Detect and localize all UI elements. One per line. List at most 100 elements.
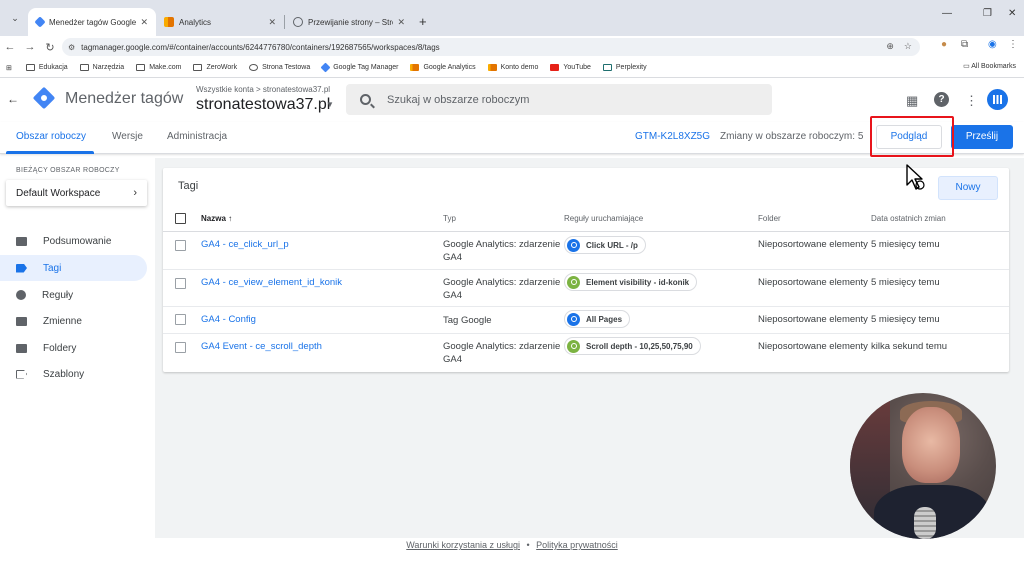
bookmark-narzedzia[interactable]: Narzędzia	[79, 64, 124, 71]
trigger-chip[interactable]: Click URL - /p	[564, 236, 646, 254]
zoom-icon[interactable]: ⊕	[886, 41, 894, 52]
tab-versions[interactable]: Wersje	[112, 131, 143, 142]
trigger-chip[interactable]: Scroll depth - 10,25,50,75,90	[564, 337, 701, 355]
minimize-icon[interactable]: —	[942, 8, 952, 19]
extension-icon[interactable]: ●	[941, 39, 947, 50]
tab-search-icon[interactable]: ⌄	[6, 9, 24, 27]
sidebar-item-summary[interactable]: Podsumowanie	[0, 228, 147, 254]
row-checkbox[interactable]	[175, 278, 186, 289]
new-tag-button[interactable]: Nowy	[938, 176, 998, 200]
bookmark-make[interactable]: Make.com	[136, 64, 181, 71]
close-tab-icon[interactable]: ✕	[140, 17, 148, 28]
bookmark-ga[interactable]: Google Analytics	[410, 64, 476, 71]
profile-icon[interactable]: ◉	[988, 39, 997, 50]
back-arrow-icon[interactable]: ←	[7, 92, 19, 106]
table-row: GA4 - Config Tag Google All Pages Niepos…	[163, 307, 1009, 334]
window-close-icon[interactable]: ✕	[1008, 8, 1016, 19]
last-edited: 5 miesięcy temu	[871, 277, 940, 288]
browser-tab-analytics[interactable]: Analytics ✕	[156, 8, 284, 36]
back-icon[interactable]: ←	[0, 41, 20, 53]
sidebar-item-triggers[interactable]: Reguły	[0, 282, 147, 308]
chevron-right-icon: ›	[133, 187, 137, 199]
new-tab-icon[interactable]: +	[419, 14, 427, 29]
bookmark-gtm[interactable]: Google Tag Manager	[320, 62, 398, 73]
container-name[interactable]: stronatestowa37.pl	[196, 96, 330, 114]
bookmark-youtube[interactable]: YouTube	[550, 64, 591, 71]
visibility-icon	[567, 275, 580, 289]
select-all-checkbox[interactable]	[175, 213, 186, 224]
sidebar-item-folders[interactable]: Foldery	[0, 335, 147, 361]
sidebar-item-variables[interactable]: Zmienne	[0, 308, 147, 334]
bookmarks-bar: ⊞ Edukacja Narzędzia Make.com ZeroWork S…	[0, 58, 1024, 78]
close-tab-icon[interactable]: ✕	[268, 17, 276, 28]
trigger-icon	[567, 238, 580, 252]
tag-type: Google Analytics: zdarzenie GA4	[443, 341, 561, 365]
help-icon[interactable]: ?	[934, 92, 949, 107]
folder-icon	[79, 64, 89, 71]
tag-name-link[interactable]: GA4 Event - ce_scroll_depth	[201, 341, 322, 352]
bookmark-perplexity[interactable]: Perplexity	[602, 64, 647, 71]
caret-down-icon[interactable]: ▼	[326, 100, 334, 109]
site-info-icon[interactable]: ⚙	[68, 43, 75, 52]
presenter-face	[902, 407, 960, 483]
tab-admin[interactable]: Administracja	[167, 131, 227, 142]
more-vert-icon[interactable]: ⋮	[965, 93, 978, 109]
close-tab-icon[interactable]: ✕	[397, 17, 405, 28]
tag-name-link[interactable]: GA4 - ce_click_url_p	[201, 239, 289, 250]
youtube-icon	[550, 64, 560, 71]
container-id[interactable]: GTM-K2L8XZ5G	[635, 131, 710, 142]
apps-grid-icon[interactable]: ▦	[906, 93, 918, 109]
tag-name-link[interactable]: GA4 - ce_view_element_id_konik	[201, 277, 342, 288]
workspace-selector[interactable]: Default Workspace ›	[6, 180, 147, 206]
analytics-icon	[487, 64, 497, 71]
folder-name: Nieposortowane elementy	[758, 314, 868, 325]
folder-name: Nieposortowane elementy	[758, 239, 868, 250]
row-checkbox[interactable]	[175, 314, 186, 325]
row-checkbox[interactable]	[175, 240, 186, 251]
bookmark-zerowork[interactable]: ZeroWork	[193, 64, 237, 71]
trigger-chip[interactable]: All Pages	[564, 310, 631, 328]
analytics-favicon-icon	[164, 17, 174, 27]
sidebar-item-tags[interactable]: Tagi	[0, 255, 147, 281]
bookmark-strona-testowa[interactable]: Strona Testowa	[249, 64, 310, 71]
workspace-search-input[interactable]: Szukaj w obszarze roboczym	[346, 84, 772, 115]
reload-icon[interactable]: ↻	[40, 41, 60, 54]
apps-grid-icon[interactable]: ⊞	[6, 64, 12, 72]
sidebar-item-templates[interactable]: Szablony	[0, 361, 147, 387]
forward-icon[interactable]: →	[20, 41, 40, 53]
url-text: tagmanager.google.com/#/container/accoun…	[81, 42, 440, 52]
row-checkbox[interactable]	[175, 342, 186, 353]
tag-type: Google Analytics: zdarzenie GA4	[443, 277, 561, 301]
last-edited: 5 miesięcy temu	[871, 314, 940, 325]
summary-icon	[16, 236, 27, 246]
browser-tab-strona[interactable]: Przewijanie strony – Strona Tes ✕	[285, 8, 413, 36]
privacy-link[interactable]: Polityka prywatności	[536, 540, 618, 550]
restore-icon[interactable]: ❐	[983, 8, 992, 19]
page-footer: Warunki korzystania z usługi • Polityka …	[0, 540, 1024, 550]
trigger-chip[interactable]: Element visibility - id-konik	[564, 273, 698, 291]
all-bookmarks[interactable]: ▭ All Bookmarks	[963, 62, 1016, 70]
account-breadcrumb[interactable]: Wszystkie konta > stronatestowa37.pl	[196, 85, 330, 94]
perplexity-icon	[602, 64, 612, 71]
workspace-name: Default Workspace	[16, 187, 101, 199]
url-input[interactable]: ⚙ tagmanager.google.com/#/container/acco…	[62, 38, 920, 56]
column-header-name[interactable]: Nazwa ↑	[201, 214, 232, 223]
column-header-edited[interactable]: Data ostatnich zmian	[871, 214, 946, 223]
column-header-type[interactable]: Typ	[443, 214, 456, 223]
tab-workspace[interactable]: Obszar roboczy	[16, 131, 86, 142]
submit-button[interactable]: Prześlij	[951, 125, 1013, 149]
tag-name-link[interactable]: GA4 - Config	[201, 314, 256, 325]
extensions-puzzle-icon[interactable]: ⧉	[961, 39, 968, 50]
sidebar-item-label: Szablony	[43, 368, 85, 380]
bookmark-star-icon[interactable]: ☆	[904, 41, 912, 52]
terms-link[interactable]: Warunki korzystania z usługi	[406, 540, 520, 550]
column-header-triggers[interactable]: Reguły uruchamiające	[564, 214, 643, 223]
avatar[interactable]	[987, 89, 1008, 110]
browser-menu-icon[interactable]: ⋮	[1008, 39, 1018, 50]
browser-tab-gtm[interactable]: Menedżer tagów Google ✕	[28, 8, 156, 36]
table-header: Nazwa ↑ Typ Reguły uruchamiające Folder …	[163, 206, 1009, 232]
bookmark-konto-demo[interactable]: Konto demo	[487, 64, 538, 71]
address-bar-row: ← → ↻ ⚙ tagmanager.google.com/#/containe…	[0, 36, 1024, 58]
column-header-folder[interactable]: Folder	[758, 214, 781, 223]
bookmark-edukacja[interactable]: Edukacja	[25, 64, 68, 71]
